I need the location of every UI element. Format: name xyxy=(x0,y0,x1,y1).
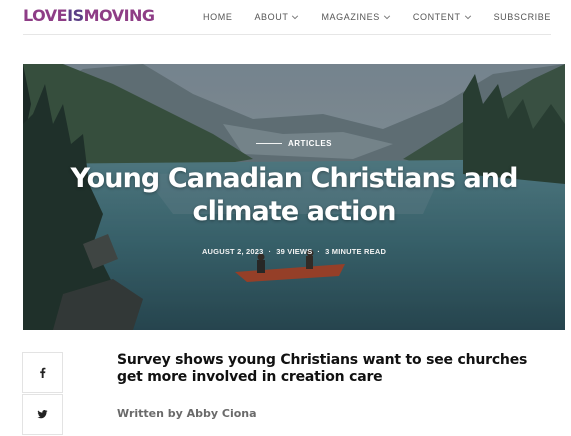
nav-magazines[interactable]: MAGAZINES xyxy=(321,12,391,22)
article-author: Written by Abby Ciona xyxy=(117,407,257,420)
category-link[interactable]: ARTICLES xyxy=(288,139,332,148)
logo-moving: MOVING xyxy=(83,6,155,25)
nav-content[interactable]: CONTENT xyxy=(413,12,472,22)
article-views: 39 VIEWS xyxy=(276,247,313,256)
nav-subscribe[interactable]: SUBSCRIBE xyxy=(494,12,551,22)
main-nav: HOME ABOUT MAGAZINES CONTENT SUBSCRIBE xyxy=(203,0,551,34)
chevron-down-icon xyxy=(464,15,471,20)
nav-home[interactable]: HOME xyxy=(203,12,232,22)
hero-text: ARTICLES Young Canadian Christians and c… xyxy=(23,64,565,330)
twitter-icon xyxy=(37,410,48,419)
site-header: LOVEISMOVING HOME ABOUT MAGAZINES CONTEN… xyxy=(0,0,571,35)
chevron-down-icon xyxy=(292,15,299,20)
hero-banner[interactable]: ARTICLES Young Canadian Christians and c… xyxy=(23,64,565,330)
share-facebook-button[interactable] xyxy=(22,352,63,393)
chevron-down-icon xyxy=(383,15,391,20)
nav-about[interactable]: ABOUT xyxy=(254,12,299,22)
site-logo[interactable]: LOVEISMOVING xyxy=(23,6,155,25)
logo-love: LOVE xyxy=(23,6,68,25)
category-rule xyxy=(256,143,282,144)
facebook-icon xyxy=(40,367,46,378)
nav-subscribe-label: SUBSCRIBE xyxy=(493,12,551,22)
article-subtitle: Survey shows young Christians want to se… xyxy=(117,352,528,385)
article-read-time: 3 MINUTE READ xyxy=(325,247,387,256)
nav-content-label: CONTENT xyxy=(412,12,461,22)
article-meta: AUGUST 2, 2023 · 39 VIEWS · 3 MINUTE READ xyxy=(23,247,565,256)
nav-magazines-label: MAGAZINES xyxy=(321,12,380,22)
meta-separator: · xyxy=(317,247,321,256)
article-date: AUGUST 2, 2023 xyxy=(201,247,264,256)
article-title: Young Canadian Christians and climate ac… xyxy=(70,163,518,227)
nav-about-label: ABOUT xyxy=(254,12,289,22)
category-line: ARTICLES xyxy=(23,139,565,148)
share-twitter-button[interactable] xyxy=(22,394,63,435)
meta-separator: · xyxy=(268,247,272,256)
nav-home-label: HOME xyxy=(203,12,233,22)
header-divider xyxy=(23,34,551,35)
logo-is: IS xyxy=(67,6,84,25)
